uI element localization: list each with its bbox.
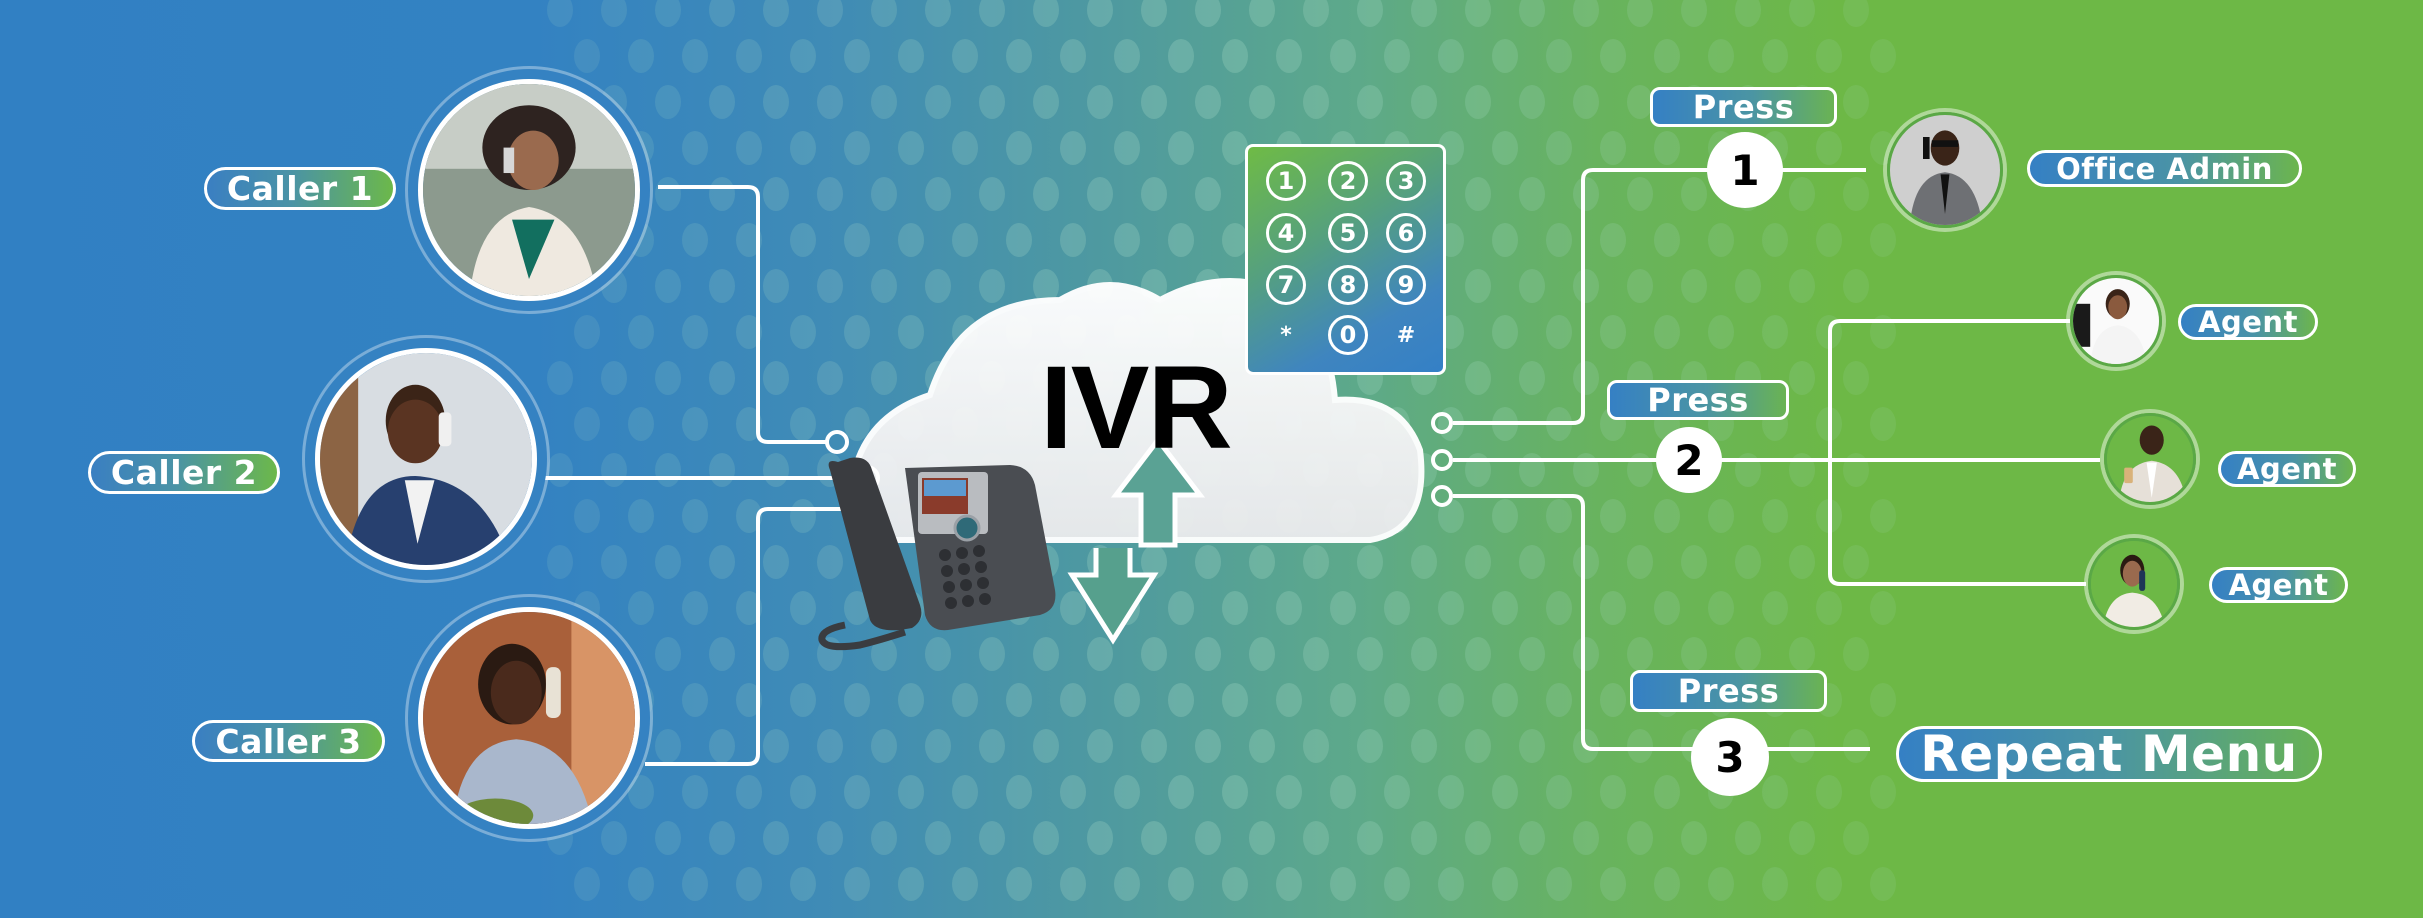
keypad-key-7[interactable]: 7 (1266, 265, 1306, 305)
caller-2-avatar (315, 348, 537, 570)
man-with-phone-photo (1890, 115, 2000, 225)
keypad-key-8[interactable]: 8 (1328, 265, 1368, 305)
keypad-key-0[interactable]: 0 (1328, 315, 1368, 355)
office-admin-avatar (1887, 112, 2003, 228)
agent-smartphone-photo (2107, 416, 2193, 502)
caller-2-label: Caller 2 (88, 451, 280, 494)
woman-on-desk-phone-photo (423, 612, 635, 824)
caller-3-avatar (418, 607, 640, 829)
press-2-label: Press (1607, 380, 1789, 420)
agent-2-label: Agent (2218, 451, 2356, 487)
keypad-key-1[interactable]: 1 (1266, 161, 1306, 201)
keypad: 1 2 3 4 5 6 7 8 9 * 0 # (1245, 144, 1446, 375)
caller-3-label: Caller 3 (192, 720, 385, 762)
agent-2-avatar (2104, 413, 2196, 505)
option-3-digit[interactable]: 3 (1691, 718, 1769, 796)
office-admin-label: Office Admin (2027, 150, 2302, 187)
option-1-digit[interactable]: 1 (1707, 132, 1783, 208)
agent-phone-photo (2091, 541, 2177, 627)
agent-1-avatar (2070, 275, 2162, 367)
keypad-key-5[interactable]: 5 (1328, 213, 1368, 253)
caller-1-avatar (418, 79, 640, 301)
press-1-label: Press (1650, 87, 1837, 127)
keypad-key-2[interactable]: 2 (1328, 161, 1368, 201)
keypad-key-9[interactable]: 9 (1386, 265, 1426, 305)
woman-on-phone-photo (423, 84, 635, 296)
agent-1-label: Agent (2178, 304, 2318, 340)
keypad-key-3[interactable]: 3 (1386, 161, 1426, 201)
keypad-key-4[interactable]: 4 (1266, 213, 1306, 253)
agent-3-avatar (2088, 538, 2180, 630)
agent-headset-photo (2073, 278, 2159, 364)
man-on-phone-photo (320, 353, 532, 565)
option-2-digit[interactable]: 2 (1656, 427, 1722, 493)
press-3-label: Press (1630, 670, 1827, 712)
repeat-menu-label: Repeat Menu (1896, 725, 2322, 783)
caller-1-label: Caller 1 (204, 167, 396, 210)
ivr-title: IVR (1040, 342, 1233, 474)
keypad-key-6[interactable]: 6 (1386, 213, 1426, 253)
agent-3-label: Agent (2209, 567, 2348, 603)
keypad-key-star[interactable]: * (1266, 315, 1306, 355)
keypad-key-hash[interactable]: # (1386, 315, 1426, 355)
